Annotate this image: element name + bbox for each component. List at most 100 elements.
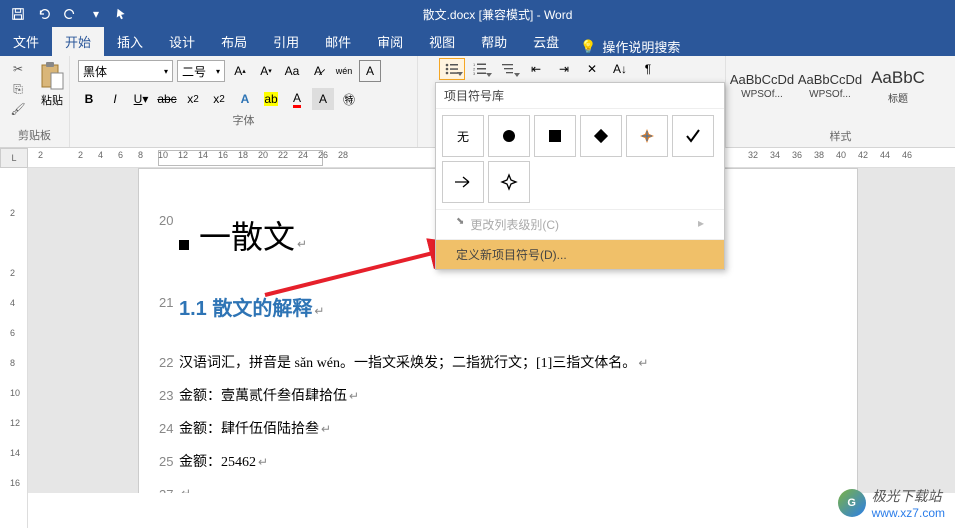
style-item-3[interactable]: AaBbC 标题	[866, 58, 930, 114]
ruler-tick: 26	[318, 150, 328, 160]
line-27[interactable]: 27↵	[179, 483, 797, 493]
ruler-tick: 18	[238, 150, 248, 160]
underline-icon[interactable]: U ▾	[130, 88, 152, 110]
bullets-button[interactable]	[439, 58, 465, 80]
window-title: 散文.docx [兼容模式] - Word	[140, 6, 855, 23]
ruler-tick: 46	[902, 150, 912, 160]
ruler-tick: 40	[836, 150, 846, 160]
watermark-url: www.xz7.com	[872, 506, 945, 520]
ruler-tick: 42	[858, 150, 868, 160]
ruler-tick: 16	[10, 478, 20, 488]
bullet-disc[interactable]	[488, 115, 530, 157]
text-effect-icon[interactable]: A	[234, 88, 256, 110]
tab-home[interactable]: 开始	[52, 27, 104, 56]
tab-cloud[interactable]: 云盘	[520, 27, 572, 56]
vertical-ruler[interactable]: 2246810121416	[0, 168, 28, 528]
bullet-check[interactable]	[672, 115, 714, 157]
copy-icon[interactable]: ⎘	[8, 80, 28, 98]
bullet-4diamond[interactable]	[626, 115, 668, 157]
ruler-tick: 36	[792, 150, 802, 160]
ruler-tick: 38	[814, 150, 824, 160]
cut-icon[interactable]: ✂	[8, 60, 28, 78]
bold-icon[interactable]: B	[78, 88, 100, 110]
touch-mode-icon[interactable]	[110, 2, 134, 26]
tab-insert[interactable]: 插入	[104, 27, 156, 56]
bullet-arrow[interactable]	[442, 161, 484, 203]
tab-design[interactable]: 设计	[156, 27, 208, 56]
change-level-label: 更改列表级别(C)	[470, 218, 559, 232]
clear-format-icon[interactable]: A̷	[307, 60, 329, 82]
style-preview: AaBbC	[871, 68, 925, 88]
body-text: 金额：肆仟伍佰陆拾叁	[179, 422, 319, 437]
strike-icon[interactable]: abc	[156, 88, 178, 110]
bullet-none[interactable]: 无	[442, 115, 484, 157]
define-new-bullet[interactable]: 定义新项目符号(D)...	[436, 239, 724, 269]
styles-group: AaBbCcDd WPSOf... AaBbCcDd WPSOf... AaBb…	[725, 56, 955, 148]
save-icon[interactable]	[6, 2, 30, 26]
format-painter-icon[interactable]: 🖌	[8, 100, 28, 118]
bullet-square[interactable]	[534, 115, 576, 157]
line-24[interactable]: 24金额：肆仟伍佰陆拾叁↵	[179, 417, 797, 442]
line-25[interactable]: 25金额：25462↵	[179, 450, 797, 475]
phonetic-guide-icon[interactable]: wén	[333, 60, 355, 82]
ruler-tick: 12	[178, 150, 188, 160]
change-case-icon[interactable]: Aa	[281, 60, 303, 82]
char-shading-icon[interactable]: A	[312, 88, 334, 110]
font-color-icon[interactable]: A	[286, 88, 308, 110]
watermark-text: 极光下载站	[872, 486, 945, 506]
char-border-icon[interactable]: A	[359, 60, 381, 82]
decrease-font-icon[interactable]: A▾	[255, 60, 277, 82]
body-text: 金额：壹萬贰仟叁佰肆拾伍	[179, 389, 347, 404]
para-mark-icon: ↵	[314, 304, 324, 318]
numbering-button[interactable]: 123	[467, 58, 493, 80]
line-21[interactable]: 211.1 散文的解释↵	[179, 291, 797, 327]
style-item-1[interactable]: AaBbCcDd WPSOf...	[730, 58, 794, 114]
ruler-corner[interactable]: L	[0, 148, 28, 168]
line-number: 24	[159, 417, 173, 440]
highlight-icon[interactable]: ab	[260, 88, 282, 110]
bullet-diamond[interactable]	[580, 115, 622, 157]
tab-review[interactable]: 审阅	[364, 27, 416, 56]
superscript-icon[interactable]: x2	[208, 88, 230, 110]
paste-button[interactable]: 粘贴	[32, 58, 72, 127]
tab-file[interactable]: 文件	[0, 27, 52, 56]
ruler-tick: 10	[10, 388, 20, 398]
body-text: 汉语词汇，拼音是 sǎn wén。一指文采焕发；二指犹行文；[1]三指文体名。	[179, 356, 636, 371]
font-size-combo[interactable]: 二号▾	[177, 60, 225, 82]
body-text: 金额：25462	[179, 455, 256, 470]
ruler-tick: 14	[10, 448, 20, 458]
tab-references[interactable]: 引用	[260, 27, 312, 56]
multilevel-list-button[interactable]	[495, 58, 521, 80]
enclose-char-icon[interactable]: ㊕	[338, 88, 360, 110]
ruler-tick: 2	[38, 150, 43, 160]
font-name-combo[interactable]: 黑体▾	[78, 60, 173, 82]
asian-layout-icon[interactable]: ✕	[579, 58, 605, 80]
line-22[interactable]: 22汉语词汇，拼音是 sǎn wén。一指文采焕发；二指犹行文；[1]三指文体名…	[179, 351, 797, 376]
tab-layout[interactable]: 布局	[208, 27, 260, 56]
svg-text:3: 3	[473, 71, 476, 76]
ruler-tick: 8	[10, 358, 15, 368]
subscript-icon[interactable]: x2	[182, 88, 204, 110]
bullet-icon	[179, 240, 189, 250]
italic-icon[interactable]: I	[104, 88, 126, 110]
decrease-indent-icon[interactable]: ⇤	[523, 58, 549, 80]
clipboard-icon	[36, 60, 68, 92]
bullets-dropdown: 项目符号库 无 ⬊更改列表级别(C)▸ 定义新项目符号(D)...	[435, 82, 725, 270]
show-marks-icon[interactable]: ¶	[635, 58, 661, 80]
tab-mailings[interactable]: 邮件	[312, 27, 364, 56]
undo-icon[interactable]	[32, 2, 56, 26]
line-23[interactable]: 23金额：壹萬贰仟叁佰肆拾伍↵	[179, 384, 797, 409]
watermark: G 极光下载站 www.xz7.com	[838, 486, 945, 520]
tab-view[interactable]: 视图	[416, 27, 468, 56]
redo-icon[interactable]	[58, 2, 82, 26]
sort-icon[interactable]: A↓	[607, 58, 633, 80]
increase-font-icon[interactable]: A▴	[229, 60, 251, 82]
tab-help[interactable]: 帮助	[468, 27, 520, 56]
tell-me-search[interactable]: 💡 操作说明搜索	[580, 37, 680, 56]
qat-customize-icon[interactable]: ▾	[84, 2, 108, 26]
increase-indent-icon[interactable]: ⇥	[551, 58, 577, 80]
bullet-star[interactable]	[488, 161, 530, 203]
ruler-tick: 32	[748, 150, 758, 160]
style-item-2[interactable]: AaBbCcDd WPSOf...	[798, 58, 862, 114]
ruler-tick: 12	[10, 418, 20, 428]
